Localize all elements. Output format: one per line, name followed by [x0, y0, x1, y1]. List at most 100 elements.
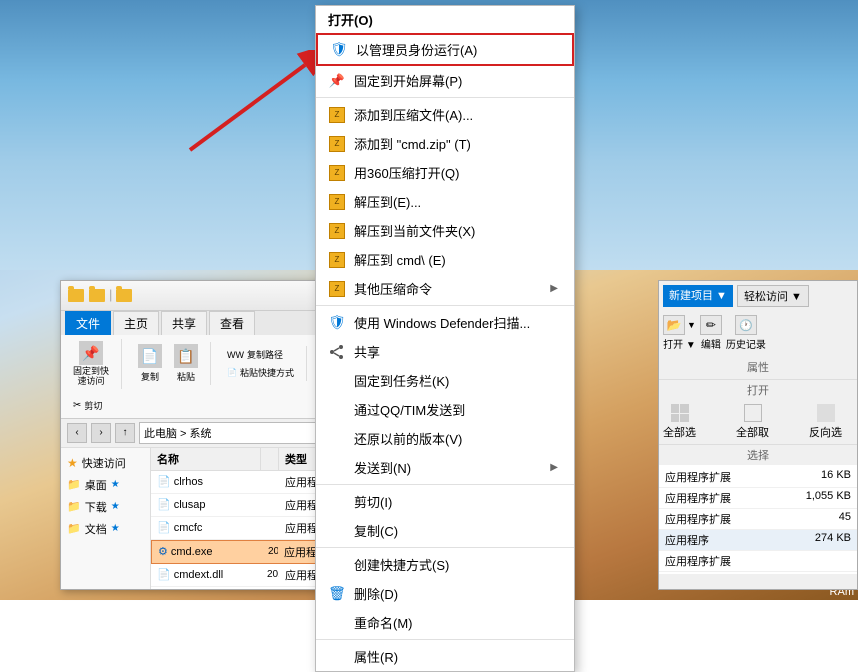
ctx-item-restore-ver[interactable]: 还原以前的版本(V): [316, 424, 574, 453]
sidebar-item-label: 文档: [85, 521, 107, 537]
zip-more-icon: Z: [328, 280, 346, 298]
ctx-item-delete[interactable]: 🗑 删除(D): [316, 579, 574, 608]
btn-deselect-all[interactable]: 全部取: [736, 404, 769, 440]
right-file-row[interactable]: 应用程序扩展1,055 KB: [659, 488, 857, 509]
ctx-item-pin-taskbar[interactable]: 固定到任务栏(K): [316, 366, 574, 395]
context-menu: 打开(O) 🛡 以管理员身份运行(A) 📌 固定到开始屏幕(P) Z 添加到压缩…: [315, 5, 575, 672]
titlebar-folder-icon2: [88, 287, 106, 305]
ribbon-group-pin: 📌 固定到快速访问: [69, 339, 122, 389]
btn-paste[interactable]: 📋 粘贴: [170, 342, 202, 385]
history-icon: 🕐: [735, 315, 757, 335]
ctx-item-send-qq[interactable]: 通过QQ/TIM发送到: [316, 395, 574, 424]
btn-pin-quick[interactable]: 📌 固定到快速访问: [69, 339, 113, 389]
pin-mark: ★: [111, 479, 120, 490]
open-icon: 📂: [663, 315, 685, 335]
btn-invert-select[interactable]: 反向选: [809, 404, 842, 440]
btn-history[interactable]: 🕐 历史记录: [726, 315, 766, 351]
file-icon: 📄: [157, 568, 171, 581]
share-icon: [328, 343, 346, 361]
sendto-icon: [328, 459, 346, 477]
shield-icon: 🛡: [330, 41, 348, 59]
btn-new-item[interactable]: 新建项目 ▼: [663, 285, 733, 307]
sidebar-item-docs[interactable]: 📁 文档 ★: [61, 518, 150, 540]
sidebar-item-quick[interactable]: ★ 快速访问: [61, 452, 150, 474]
ctx-item-defender[interactable]: 🛡 使用 Windows Defender扫描...: [316, 308, 574, 337]
defender-icon: 🛡: [328, 314, 346, 332]
ctx-item-rename[interactable]: 重命名(M): [316, 608, 574, 637]
nav-up[interactable]: ↑: [115, 423, 135, 443]
cut-icon: [328, 493, 346, 511]
sidebar-item-download[interactable]: 📁 下载 ★: [61, 496, 150, 518]
pin-start-icon: 📌: [328, 72, 346, 90]
ctx-separator: [316, 547, 574, 548]
restore-icon: [328, 430, 346, 448]
tab-home[interactable]: 主页: [113, 311, 159, 335]
ribbon-group-copypath: WW 复制路径 📄 粘贴快捷方式: [223, 346, 307, 381]
ribbon-group-copy: 📄 复制 📋 粘贴: [134, 342, 211, 385]
ctx-item-extract-here[interactable]: Z 解压到当前文件夹(X): [316, 216, 574, 245]
btn-select-all[interactable]: 全部选: [663, 404, 696, 440]
nav-back[interactable]: ‹: [67, 423, 87, 443]
folder-icon: 📁: [67, 522, 81, 535]
ctx-item-runas[interactable]: 🛡 以管理员身份运行(A): [316, 33, 574, 66]
ctx-separator: [316, 305, 574, 306]
rename-icon: [328, 614, 346, 632]
zip-360-icon: Z: [328, 164, 346, 182]
ctx-separator: [316, 484, 574, 485]
sidebar-item-label: 桌面: [85, 477, 107, 493]
right-file-row[interactable]: 应用程序扩展45: [659, 509, 857, 530]
zip-cmd-icon: Z: [328, 251, 346, 269]
tab-view[interactable]: 查看: [209, 311, 255, 335]
pin-mark: ★: [111, 501, 120, 512]
ctx-item-copyfile[interactable]: 复制(C): [316, 516, 574, 545]
sidebar-pane: ★ 快速访问 📁 桌面 ★ 📁 下载 ★ 📁 文档 ★: [61, 448, 151, 589]
ctx-item-share[interactable]: 共享: [316, 337, 574, 366]
qq-icon: [328, 401, 346, 419]
titlebar-folder-icon: [67, 287, 85, 305]
zip-icon2: Z: [328, 135, 346, 153]
invert-icon: [817, 404, 835, 422]
ctx-item-extract-cmd[interactable]: Z 解压到 cmd\ (E): [316, 245, 574, 274]
ctx-separator: [316, 97, 574, 98]
right-panel: 新建项目 ▼ 轻松访问 ▼ 📂 ▼ 打开 ▼ ✏ 编辑 🕐 历史记录 属性 打开: [658, 280, 858, 590]
btn-easy-access[interactable]: 轻松访问 ▼: [737, 285, 809, 307]
ctx-item-add-cmdzip[interactable]: Z 添加到 "cmd.zip" (T): [316, 129, 574, 158]
sidebar-item-desktop[interactable]: 📁 桌面 ★: [61, 474, 150, 496]
pin-mark: ★: [111, 523, 120, 534]
right-file-row[interactable]: 应用程序扩展16 KB: [659, 467, 857, 488]
nav-forward[interactable]: ›: [91, 423, 111, 443]
sidebar-item-label: 快速访问: [82, 455, 126, 471]
folder-icon: 📁: [67, 500, 81, 513]
btn-copy[interactable]: 📄 复制: [134, 342, 166, 385]
header-date: [261, 448, 279, 470]
shortcut-icon: [328, 556, 346, 574]
copy-icon: 📄: [138, 344, 162, 368]
ctx-separator: [316, 639, 574, 640]
ctx-item-extract[interactable]: Z 解压到(E)...: [316, 187, 574, 216]
folder-icon: 📁: [67, 478, 81, 491]
ctx-item-create-shortcut[interactable]: 创建快捷方式(S): [316, 550, 574, 579]
btn-paste-shortcut[interactable]: 📄 粘贴快捷方式: [223, 364, 298, 381]
ctx-item-sendto[interactable]: 发送到(N) ▶: [316, 453, 574, 482]
ctx-item-more-zip[interactable]: Z 其他压缩命令 ▶: [316, 274, 574, 303]
ctx-item-properties[interactable]: 属性(R): [316, 642, 574, 671]
tab-file[interactable]: 文件: [65, 311, 111, 335]
right-file-row[interactable]: 应用程序扩展: [659, 551, 857, 572]
deselect-icon: [744, 404, 762, 422]
ctx-item-add-zip[interactable]: Z 添加到压缩文件(A)...: [316, 100, 574, 129]
titlebar-separator: |: [109, 287, 112, 305]
ctx-item-cut[interactable]: 剪切(I): [316, 487, 574, 516]
btn-copy-path[interactable]: WW 复制路径: [223, 346, 287, 363]
file-icon: 📄: [157, 498, 171, 511]
zip-extract-icon: Z: [328, 193, 346, 211]
ctx-item-360open[interactable]: Z 用360压缩打开(Q): [316, 158, 574, 187]
submenu-arrow: ▶: [550, 462, 558, 473]
right-file-row-selected[interactable]: 应用程序274 KB: [659, 530, 857, 551]
tab-share[interactable]: 共享: [161, 311, 207, 335]
btn-edit[interactable]: ✏ 编辑: [700, 315, 722, 351]
paste-icon: 📋: [174, 344, 198, 368]
btn-cut[interactable]: ✂ 剪切: [69, 397, 106, 414]
btn-open[interactable]: 📂 ▼ 打开 ▼: [663, 315, 696, 351]
properties-icon: [328, 648, 346, 666]
ctx-item-pin-start[interactable]: 📌 固定到开始屏幕(P): [316, 66, 574, 95]
